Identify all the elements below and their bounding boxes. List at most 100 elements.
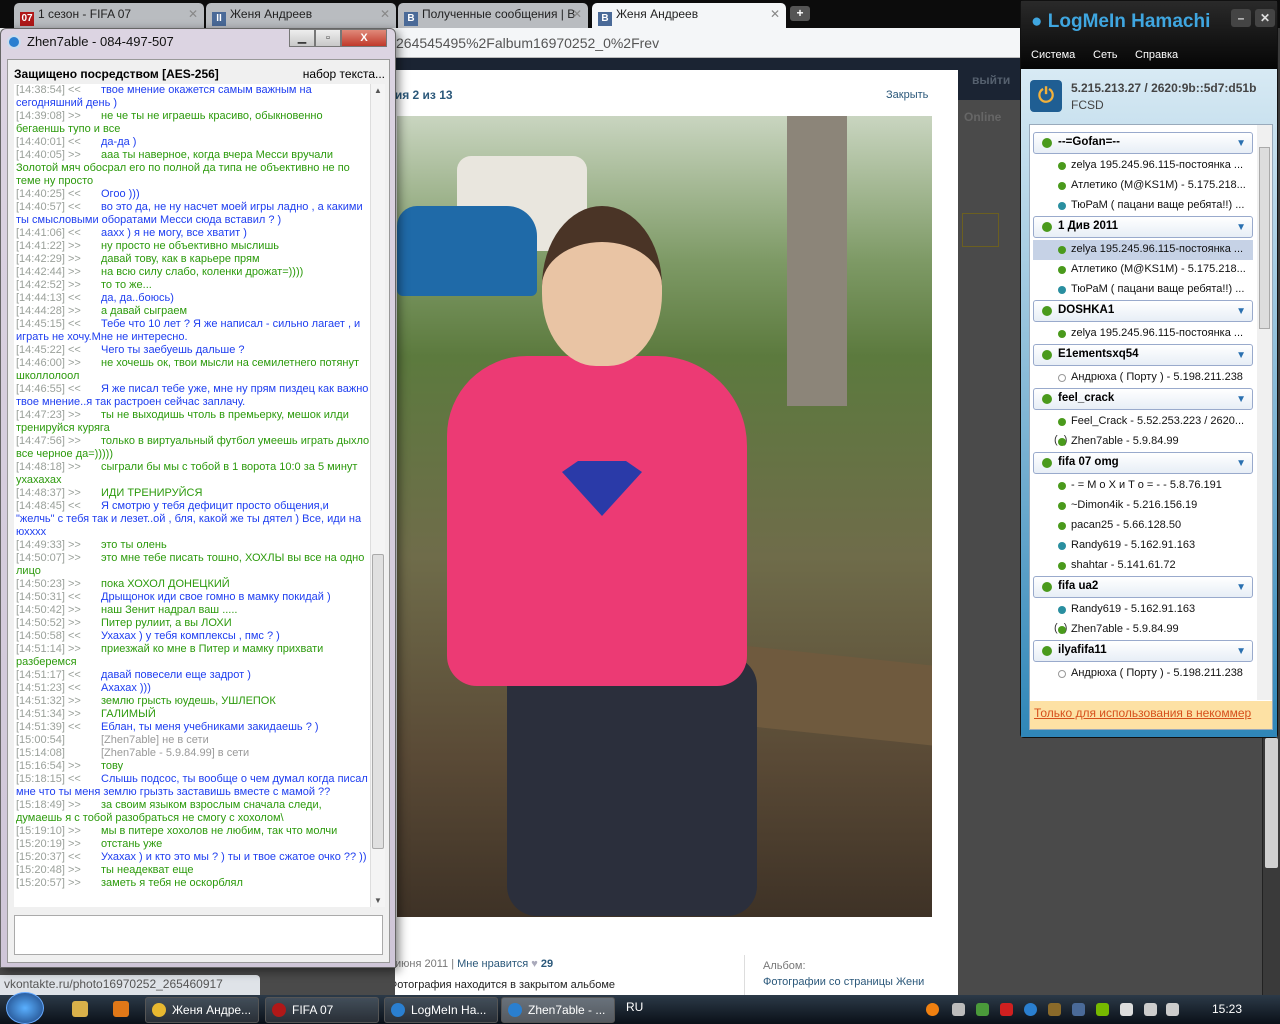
photo[interactable]: [397, 116, 932, 917]
network-member[interactable]: ТюРаМ ( пацани ваще ребята!!) ...: [1033, 280, 1253, 300]
flag-icon[interactable]: [1120, 1003, 1133, 1016]
language-indicator[interactable]: RU: [626, 1000, 643, 1014]
like-button[interactable]: Мне нравится: [457, 958, 528, 970]
network-member[interactable]: shahtar - 5.141.61.72: [1033, 556, 1253, 576]
scroll-up-icon[interactable]: ▲: [374, 86, 382, 95]
network-group[interactable]: ilyafifa11 ▼: [1033, 640, 1253, 662]
network-group[interactable]: E1ementsxq54 ▼: [1033, 344, 1253, 366]
network-group[interactable]: 1 Див 2011 ▼: [1033, 216, 1253, 238]
online-status-icon: [1042, 582, 1052, 592]
volume-icon[interactable]: [1166, 1003, 1179, 1016]
chevron-down-icon[interactable]: ▼: [1236, 458, 1246, 469]
chevron-down-icon[interactable]: ▼: [1236, 222, 1246, 233]
my-name: FCSD: [1071, 98, 1104, 112]
message-input[interactable]: [14, 915, 383, 955]
network-member[interactable]: ( )Zhen7able - 5.9.84.99: [1033, 432, 1253, 452]
tray-icon[interactable]: [952, 1003, 965, 1016]
network-group[interactable]: DOSHKA1 ▼: [1033, 300, 1253, 322]
tab-messages[interactable]: B Полученные сообщения | В ✕: [398, 3, 588, 28]
power-button[interactable]: ⏻: [1030, 80, 1062, 112]
message-direction: >>: [67, 487, 81, 499]
scroll-thumb[interactable]: [1265, 738, 1278, 868]
scroll-down-icon[interactable]: ▼: [374, 896, 382, 905]
chat-message: [14:48:37] >> ИДИ ТРЕНИРУЙСЯ: [16, 487, 370, 500]
network-member[interactable]: zelya 195.245.96.115-постоянка ...: [1033, 156, 1253, 176]
chevron-down-icon[interactable]: ▼: [1236, 646, 1246, 657]
chevron-down-icon[interactable]: ▼: [1236, 138, 1246, 149]
network-member[interactable]: zelya 195.245.96.115-постоянка ...: [1033, 240, 1253, 260]
vk-tray-icon[interactable]: [1072, 1003, 1085, 1016]
network-member[interactable]: Андрюха ( Порту ) - 5.198.211.238: [1033, 368, 1253, 388]
hamachi-tray-icon[interactable]: [1024, 1003, 1037, 1016]
menu-system[interactable]: Система: [1031, 49, 1075, 61]
close-viewer-link[interactable]: Закрыть: [886, 89, 928, 101]
logout-link[interactable]: выйти: [972, 73, 1010, 87]
network-member[interactable]: ~Dimon4ik - 5.216.156.19: [1033, 496, 1253, 516]
chat-scrollbar[interactable]: ▲ ▼: [370, 84, 385, 907]
minimize-button[interactable]: ▁: [289, 29, 315, 47]
scroll-thumb[interactable]: [1259, 147, 1270, 329]
taskbar-item[interactable]: FIFA 07: [265, 997, 379, 1023]
tray-icon[interactable]: [1000, 1003, 1013, 1016]
network-member[interactable]: Feel_Crack - 5.52.253.223 / 2620...: [1033, 412, 1253, 432]
chevron-down-icon[interactable]: ▼: [1236, 350, 1246, 361]
tray-icon[interactable]: [926, 1003, 939, 1016]
network-name: DOSHKA1: [1058, 304, 1115, 316]
clock[interactable]: 15:23: [1212, 1002, 1242, 1016]
close-tab-icon[interactable]: ✕: [572, 7, 582, 21]
network-group[interactable]: fifa 07 omg ▼: [1033, 452, 1253, 474]
tray-icon[interactable]: [976, 1003, 989, 1016]
typing-indicator: набор текста...: [302, 67, 385, 81]
close-tab-icon[interactable]: ✕: [770, 7, 780, 21]
network-member[interactable]: Атлетико (M@KS1M) - 5.175.218...: [1033, 260, 1253, 280]
nvidia-icon[interactable]: [1096, 1003, 1109, 1016]
scroll-thumb[interactable]: [372, 554, 384, 849]
security-label: Защищено посредством [AES-256]: [14, 67, 219, 81]
new-tab-button[interactable]: +: [790, 6, 810, 21]
chevron-down-icon[interactable]: ▼: [1236, 582, 1246, 593]
message-text: пока ХОХОЛ ДОНЕЦКИЙ: [101, 578, 230, 590]
close-button[interactable]: ✕: [1255, 9, 1275, 27]
tab-zhenya-active[interactable]: B Женя Андреев ✕: [592, 3, 786, 28]
network-member[interactable]: pacan25 - 5.66.128.50: [1033, 516, 1253, 536]
media-player-icon[interactable]: [113, 1001, 129, 1017]
network-group[interactable]: feel_crack ▼: [1033, 388, 1253, 410]
maximize-button[interactable]: ▫: [315, 29, 341, 47]
taskbar-item[interactable]: LogMeIn Ha...: [384, 997, 498, 1023]
chevron-down-icon[interactable]: ▼: [1236, 394, 1246, 405]
network-group[interactable]: fifa ua2 ▼: [1033, 576, 1253, 598]
network-member[interactable]: Randy619 - 5.162.91.163: [1033, 600, 1253, 620]
explorer-icon[interactable]: [72, 1001, 88, 1017]
network-member[interactable]: ( )Zhen7able - 5.9.84.99: [1033, 620, 1253, 640]
taskbar-item[interactable]: Zhen7able - ...: [501, 997, 615, 1023]
message-text: ГАЛИМЫЙ: [101, 708, 156, 720]
taskbar-item[interactable]: Женя Андре...: [145, 997, 259, 1023]
network-member[interactable]: Андрюха ( Порту ) - 5.198.211.238: [1033, 664, 1253, 684]
close-button[interactable]: X: [341, 29, 387, 47]
network-icon[interactable]: [1144, 1003, 1157, 1016]
network-member[interactable]: - = M o X и T o = - - 5.8.76.191: [1033, 476, 1253, 496]
album-link[interactable]: Фотографии со страницы Жени: [763, 976, 924, 988]
tab-zhenya-1[interactable]: II Женя Андреев ✕: [206, 3, 396, 28]
network-member[interactable]: Randy619 - 5.162.91.163: [1033, 536, 1253, 556]
network-group[interactable]: --=Gofan=-- ▼: [1033, 132, 1253, 154]
menu-help[interactable]: Справка: [1135, 49, 1178, 61]
message-text: Еблан, ты меня учебниками закидаешь ? ): [101, 721, 319, 733]
tray-icon[interactable]: [1048, 1003, 1061, 1016]
start-button[interactable]: [6, 992, 44, 1024]
message-text: да-да ): [101, 136, 137, 148]
minimize-button[interactable]: –: [1231, 9, 1251, 27]
menu-network[interactable]: Сеть: [1093, 49, 1117, 61]
network-member[interactable]: ТюРаМ ( пацани ваще ребята!!) ...: [1033, 196, 1253, 216]
chat-message: [15:16:54] >> тову: [16, 760, 370, 773]
close-tab-icon[interactable]: ✕: [188, 7, 198, 21]
chevron-down-icon[interactable]: ▼: [1236, 306, 1246, 317]
member-status-icon: [1058, 374, 1066, 382]
close-tab-icon[interactable]: ✕: [380, 7, 390, 21]
tab-fifa[interactable]: 07 1 сезон - FIFA 07 ✕: [14, 3, 204, 28]
album-note: Фотография находится в закрытом альбоме.: [395, 979, 615, 991]
noncommercial-link[interactable]: Только для использования в некоммер: [1030, 701, 1272, 729]
network-member[interactable]: Атлетико (M@KS1M) - 5.175.218...: [1033, 176, 1253, 196]
network-scrollbar[interactable]: [1257, 125, 1272, 700]
network-member[interactable]: zelya 195.245.96.115-постоянка ...: [1033, 324, 1253, 344]
